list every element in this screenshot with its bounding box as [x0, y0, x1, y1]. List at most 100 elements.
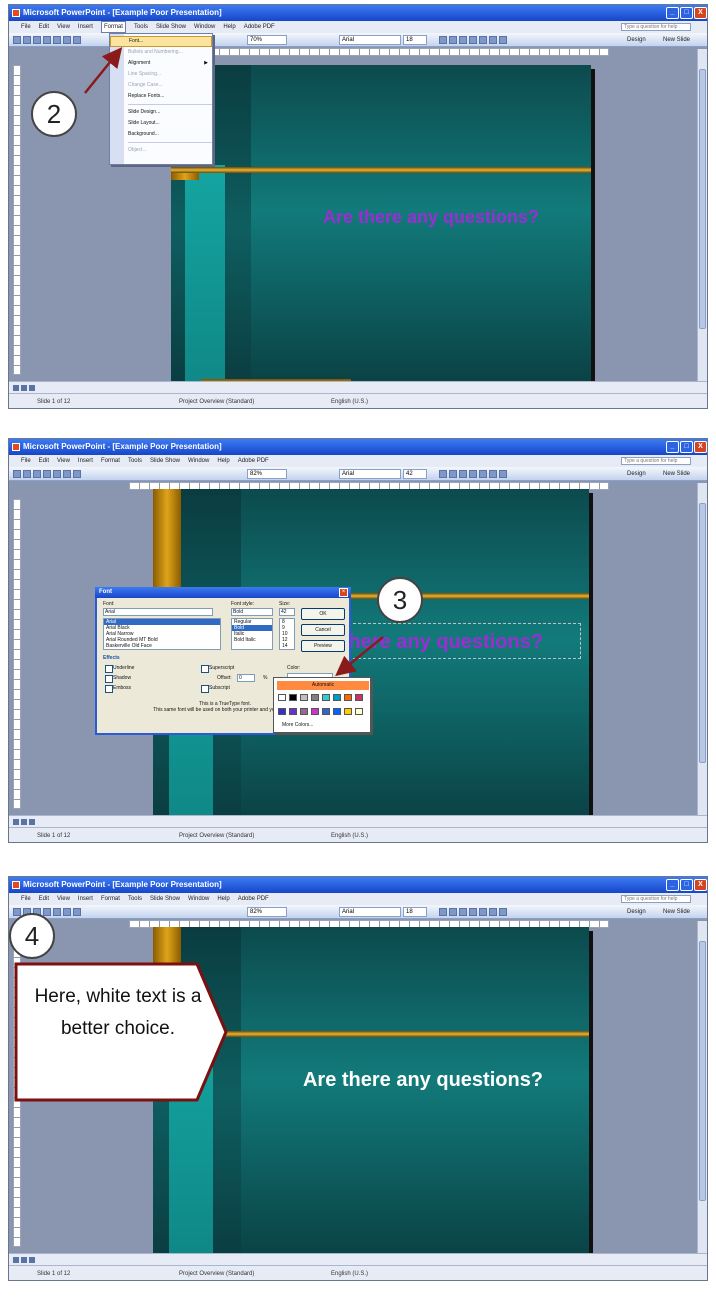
email-icon[interactable] [53, 470, 61, 478]
font-name-list[interactable]: Arial Arial Black Arial Narrow Arial Rou… [103, 618, 221, 650]
save-icon[interactable] [33, 470, 41, 478]
open-icon[interactable] [23, 36, 31, 44]
color-swatch[interactable] [355, 708, 363, 715]
menu-help[interactable]: Help [223, 21, 235, 33]
help-search-input[interactable]: Type a question for help [621, 895, 691, 903]
color-swatch[interactable] [333, 694, 341, 701]
color-swatch[interactable] [278, 694, 286, 701]
slide-canvas[interactable]: Are there any questions? [171, 65, 591, 389]
font-select[interactable]: Arial [339, 469, 401, 479]
style-option[interactable]: Bold Italic [232, 637, 272, 643]
vertical-scrollbar[interactable] [697, 49, 707, 381]
menu-window[interactable]: Window [188, 893, 209, 905]
font-size-select[interactable]: 18 [403, 35, 427, 45]
menu-item-replace-fonts[interactable]: Replace Fonts... [110, 91, 212, 102]
menu-view[interactable]: View [57, 455, 70, 467]
align-right-icon[interactable] [499, 36, 507, 44]
underline-icon[interactable] [459, 36, 467, 44]
color-swatch[interactable] [344, 708, 352, 715]
slide-title-text[interactable]: Are there any questions? [271, 207, 591, 228]
maximize-button[interactable]: □ [680, 7, 693, 19]
zoom-select[interactable]: 82% [247, 469, 287, 479]
scroll-thumb[interactable] [699, 69, 706, 329]
preview-icon[interactable] [73, 470, 81, 478]
preview-icon[interactable] [73, 36, 81, 44]
menu-item-alignment[interactable]: Alignment ▶ [110, 58, 212, 69]
font-size-select[interactable]: 42 [403, 469, 427, 479]
print-icon[interactable] [63, 470, 71, 478]
menu-adobe-pdf[interactable]: Adobe PDF [238, 455, 269, 467]
preview-icon[interactable] [73, 908, 81, 916]
slide-sorter-icon[interactable] [21, 1257, 27, 1263]
menu-item-change-case[interactable]: Change Case... [110, 80, 212, 91]
menu-file[interactable]: File [21, 893, 31, 905]
close-button[interactable]: X [694, 441, 707, 453]
menu-format[interactable]: Format [101, 893, 120, 905]
superscript-checkbox[interactable]: Superscript [201, 665, 234, 673]
color-swatch[interactable] [322, 708, 330, 715]
more-colors-option[interactable]: More Colors... [282, 722, 313, 728]
font-name-input[interactable]: Arial [103, 608, 213, 616]
color-swatch[interactable] [344, 694, 352, 701]
permission-icon[interactable] [43, 36, 51, 44]
color-swatch[interactable] [311, 708, 319, 715]
align-left-icon[interactable] [479, 470, 487, 478]
menu-insert[interactable]: Insert [78, 455, 93, 467]
zoom-select[interactable]: 82% [247, 907, 287, 917]
menu-window[interactable]: Window [188, 455, 209, 467]
font-select[interactable]: Arial [339, 907, 401, 917]
color-swatch[interactable] [300, 708, 308, 715]
menu-help[interactable]: Help [217, 893, 229, 905]
menu-slide-show[interactable]: Slide Show [150, 893, 180, 905]
help-search-input[interactable]: Type a question for help [621, 23, 691, 31]
menu-insert[interactable]: Insert [78, 893, 93, 905]
color-swatch[interactable] [333, 708, 341, 715]
design-button[interactable]: Design [627, 907, 646, 917]
scroll-thumb[interactable] [699, 503, 706, 763]
cancel-button[interactable]: Cancel [301, 624, 345, 636]
menu-item-object[interactable]: Object... [110, 145, 212, 156]
new-icon[interactable] [13, 36, 21, 44]
menu-tools[interactable]: Tools [128, 893, 142, 905]
menu-edit[interactable]: Edit [39, 455, 49, 467]
font-style-input[interactable]: Bold [231, 608, 273, 616]
menu-item-slide-design[interactable]: Slide Design... [110, 107, 212, 118]
menu-item-bullets[interactable]: Bullets and Numbering... [110, 47, 212, 58]
slide-sorter-icon[interactable] [21, 385, 27, 391]
color-swatch[interactable] [322, 694, 330, 701]
menu-item-line-spacing[interactable]: Line Spacing... [110, 69, 212, 80]
align-left-icon[interactable] [479, 36, 487, 44]
menu-slide-show[interactable]: Slide Show [156, 21, 186, 33]
permission-icon[interactable] [43, 470, 51, 478]
menu-help[interactable]: Help [217, 455, 229, 467]
normal-view-icon[interactable] [13, 819, 19, 825]
new-slide-button[interactable]: New Slide [663, 469, 690, 479]
font-style-list[interactable]: Regular Bold Italic Bold Italic [231, 618, 273, 650]
normal-view-icon[interactable] [13, 385, 19, 391]
menu-item-slide-layout[interactable]: Slide Layout... [110, 118, 212, 129]
minimize-button[interactable]: _ [666, 7, 679, 19]
menu-tools[interactable]: Tools [128, 455, 142, 467]
shadow-icon[interactable] [469, 470, 477, 478]
print-icon[interactable] [63, 908, 71, 916]
size-list[interactable]: 8 9 10 12 14 [279, 618, 295, 650]
bold-icon[interactable] [439, 36, 447, 44]
menu-slide-show[interactable]: Slide Show [150, 455, 180, 467]
menu-file[interactable]: File [21, 455, 31, 467]
close-button[interactable]: X [694, 7, 707, 19]
underline-icon[interactable] [459, 908, 467, 916]
underline-checkbox[interactable]: Underline [105, 665, 134, 673]
menu-edit[interactable]: Edit [39, 893, 49, 905]
slide-show-icon[interactable] [29, 819, 35, 825]
email-icon[interactable] [53, 36, 61, 44]
italic-icon[interactable] [449, 470, 457, 478]
align-center-icon[interactable] [489, 470, 497, 478]
underline-icon[interactable] [459, 470, 467, 478]
menu-insert[interactable]: Insert [78, 21, 93, 33]
color-swatch[interactable] [278, 708, 286, 715]
align-right-icon[interactable] [499, 470, 507, 478]
close-button[interactable]: X [694, 879, 707, 891]
save-icon[interactable] [33, 36, 41, 44]
color-swatch[interactable] [300, 694, 308, 701]
print-icon[interactable] [63, 36, 71, 44]
